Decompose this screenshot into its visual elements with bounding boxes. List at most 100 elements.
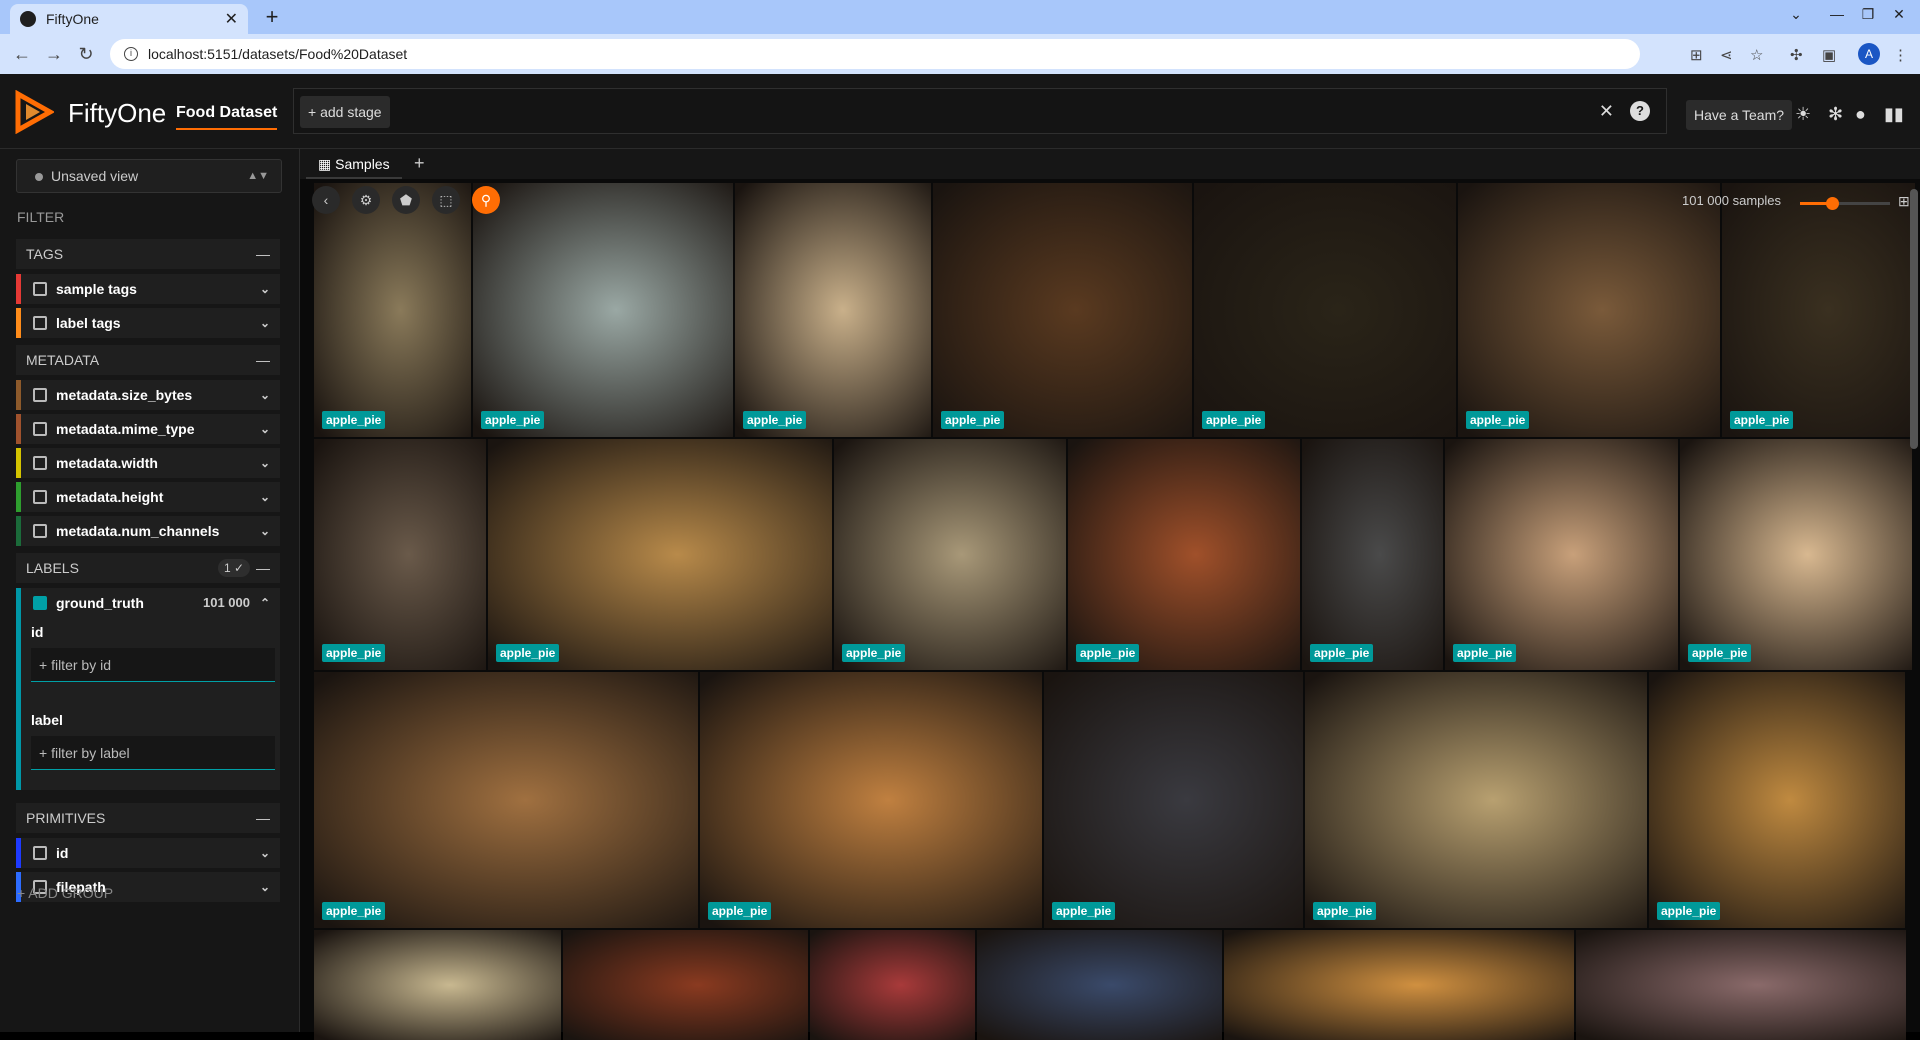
new-tab-button[interactable]: + (260, 4, 284, 30)
sample-tile[interactable]: apple_pie (1302, 439, 1443, 670)
zoom-slider-knob[interactable] (1825, 197, 1839, 210)
field-metadata-num-channels[interactable]: metadata.num_channels ⌄ (16, 516, 280, 546)
chevron-down-icon[interactable]: ⌄ (260, 872, 270, 902)
grid-layout-icon[interactable]: ⊞ (1898, 193, 1910, 210)
checkbox[interactable] (33, 490, 47, 504)
filter-by-label-input[interactable]: + filter by label (31, 736, 275, 770)
checkbox[interactable] (33, 524, 47, 538)
chevron-left-icon[interactable]: ‹ (312, 186, 340, 214)
close-tab-icon[interactable]: ✕ (225, 9, 238, 29)
sample-tile[interactable]: apple_pie (933, 183, 1192, 437)
grid-scrollbar[interactable] (1910, 189, 1918, 449)
reload-icon[interactable]: ↻ (74, 42, 98, 66)
dataset-selector[interactable]: Food Dataset (176, 104, 278, 130)
sample-tile[interactable]: apple_pie (1680, 439, 1912, 670)
saved-view-select[interactable]: Unsaved view ▲▼ (16, 159, 282, 193)
sample-tile[interactable]: apple_pie (735, 183, 931, 437)
have-a-team-button[interactable]: Have a Team? (1686, 100, 1793, 130)
sample-tile[interactable]: apple_pie (700, 672, 1042, 928)
group-tags-header[interactable]: TAGS — (16, 239, 280, 269)
patches-icon[interactable]: ⬚ (432, 186, 460, 214)
field-label-tags[interactable]: label tags ⌄ (16, 308, 280, 338)
chevron-down-icon[interactable]: ⌄ (260, 838, 270, 868)
profile-avatar[interactable]: A (1858, 43, 1880, 65)
site-info-icon[interactable]: i (124, 47, 138, 61)
sample-tile[interactable]: apple_pie (1445, 439, 1678, 670)
field-id[interactable]: id ⌄ (16, 838, 280, 868)
minimize-icon[interactable]: — (1822, 6, 1852, 22)
field-metadata-height[interactable]: metadata.height ⌄ (16, 482, 280, 512)
sample-tile[interactable] (314, 930, 561, 1040)
sample-tile[interactable] (977, 930, 1222, 1040)
sample-tile[interactable] (1576, 930, 1906, 1040)
theme-toggle-icon[interactable]: ☀ (1795, 104, 1811, 125)
checkbox[interactable] (33, 282, 47, 296)
sample-tile[interactable] (810, 930, 975, 1040)
docs-icon[interactable]: ▮▮ (1884, 104, 1904, 125)
sample-tile[interactable] (563, 930, 808, 1040)
checkbox[interactable] (33, 422, 47, 436)
chevron-down-icon[interactable]: ⌄ (260, 448, 270, 478)
fiftyone-logo-icon[interactable] (14, 90, 54, 134)
add-stage-button[interactable]: + add stage (300, 96, 390, 128)
sample-tile[interactable]: apple_pie (1305, 672, 1647, 928)
tag-icon[interactable]: ⬟ (392, 186, 420, 214)
field-sample-tags[interactable]: sample tags ⌄ (16, 274, 280, 304)
labels-active-badge[interactable]: 1 ✓ (217, 559, 250, 577)
field-ground-truth[interactable]: ground_truth 101 000 ⌃ (16, 588, 280, 618)
sample-tile[interactable]: apple_pie (1722, 183, 1915, 437)
sample-tile[interactable]: apple_pie (834, 439, 1066, 670)
sample-tile[interactable]: apple_pie (314, 183, 471, 437)
gear-icon[interactable]: ⚙ (352, 186, 380, 214)
sample-tile[interactable]: apple_pie (1458, 183, 1720, 437)
field-metadata-size-bytes[interactable]: metadata.size_bytes ⌄ (16, 380, 280, 410)
sample-tile[interactable]: apple_pie (473, 183, 733, 437)
extensions-icon[interactable]: ✣ (1790, 46, 1803, 64)
add-panel-button[interactable]: + (414, 153, 425, 174)
restore-icon[interactable]: ❐ (1853, 6, 1883, 23)
search-icon[interactable]: ⚲ (472, 186, 500, 214)
add-group-button[interactable]: + ADD GROUP (17, 885, 113, 901)
checkbox-checked[interactable] (33, 596, 47, 610)
back-icon[interactable]: ← (10, 42, 34, 66)
collapse-icon[interactable]: — (256, 239, 270, 269)
sample-tile[interactable]: apple_pie (1649, 672, 1905, 928)
side-panel-icon[interactable]: ▣ (1822, 46, 1836, 64)
checkbox[interactable] (33, 316, 47, 330)
browser-menu-icon[interactable]: ⋮ (1893, 46, 1908, 64)
checkbox[interactable] (33, 456, 47, 470)
sample-tile[interactable] (1224, 930, 1574, 1040)
chevron-down-icon[interactable]: ⌄ (260, 516, 270, 546)
field-metadata-width[interactable]: metadata.width ⌄ (16, 448, 280, 478)
chevron-down-icon[interactable]: ⌄ (260, 380, 270, 410)
group-metadata-header[interactable]: METADATA — (16, 345, 280, 375)
collapse-icon[interactable]: — (256, 345, 270, 375)
sample-tile[interactable]: apple_pie (1068, 439, 1300, 670)
chevron-down-icon[interactable]: ⌄ (260, 274, 270, 304)
github-icon[interactable]: ● (1855, 104, 1866, 125)
clear-view-icon[interactable]: ✕ (1599, 101, 1614, 122)
collapse-icon[interactable]: — (256, 553, 270, 583)
field-metadata-mime-type[interactable]: metadata.mime_type ⌄ (16, 414, 280, 444)
bookmark-star-icon[interactable]: ☆ (1750, 46, 1763, 64)
forward-icon[interactable]: → (42, 42, 66, 66)
sample-tile[interactable]: apple_pie (314, 439, 486, 670)
slack-icon[interactable]: ✻ (1828, 104, 1843, 125)
checkbox[interactable] (33, 846, 47, 860)
chevron-up-icon[interactable]: ⌃ (260, 588, 270, 618)
tab-samples[interactable]: ▦ Samples (306, 149, 402, 179)
group-primitives-header[interactable]: PRIMITIVES — (16, 803, 280, 833)
close-window-icon[interactable]: ✕ (1884, 6, 1914, 23)
group-labels-header[interactable]: LABELS 1 ✓ — (16, 553, 280, 583)
address-bar[interactable]: i localhost:5151/datasets/Food%20Dataset (110, 39, 1640, 69)
filter-by-id-input[interactable]: + filter by id (31, 648, 275, 682)
translate-icon[interactable]: ⊞ (1690, 46, 1703, 64)
browser-tab[interactable]: FiftyOne ✕ (10, 4, 248, 34)
chevron-down-icon[interactable]: ⌄ (260, 308, 270, 338)
checkbox[interactable] (33, 388, 47, 402)
sample-tile[interactable]: apple_pie (314, 672, 698, 928)
chevron-down-icon[interactable]: ⌄ (260, 482, 270, 512)
sample-tile[interactable]: apple_pie (1194, 183, 1456, 437)
collapse-icon[interactable]: — (256, 803, 270, 833)
tab-search-icon[interactable]: ⌄ (1781, 6, 1811, 23)
